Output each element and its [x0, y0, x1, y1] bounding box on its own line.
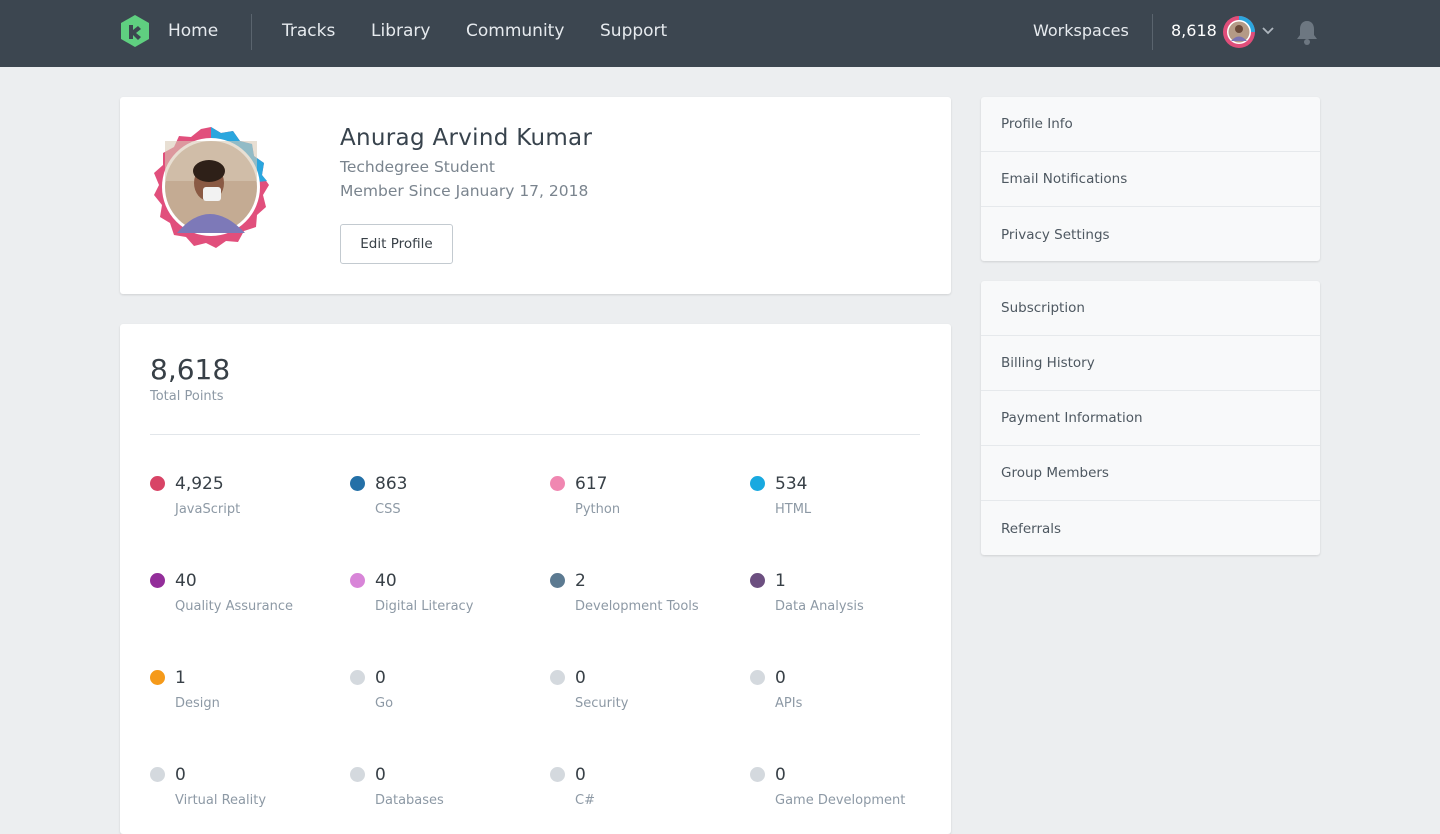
- topic-points-value: 1: [175, 668, 186, 688]
- menu-payment-information[interactable]: Payment Information: [981, 391, 1320, 446]
- topic-label: Python: [575, 502, 621, 517]
- topic-points-item: 0 Security: [550, 668, 730, 728]
- topic-points-value: 0: [375, 668, 386, 688]
- topic-points-item: 1 Data Analysis: [750, 571, 930, 631]
- topic-color-dot: [150, 670, 165, 685]
- topic-color-dot: [550, 670, 565, 685]
- topic-points-item: 1 Design: [150, 668, 330, 728]
- profile-role: Techdegree Student: [340, 158, 495, 176]
- topic-label: Development Tools: [575, 599, 699, 614]
- profile-name: Anurag Arvind Kumar: [340, 125, 593, 151]
- topic-points-item: 863 CSS: [350, 474, 530, 534]
- billing-settings-menu: Subscription Billing History Payment Inf…: [981, 281, 1320, 555]
- topic-points-value: 0: [575, 668, 586, 688]
- user-points-count: 8,618: [1171, 21, 1217, 40]
- topic-points-value: 2: [575, 571, 586, 591]
- edit-profile-button[interactable]: Edit Profile: [340, 224, 453, 264]
- chevron-down-icon[interactable]: [1261, 24, 1275, 38]
- nav-support-link[interactable]: Support: [600, 21, 667, 41]
- topic-points-value: 0: [775, 765, 786, 785]
- topic-label: Quality Assurance: [175, 599, 293, 614]
- nav-divider-right: [1152, 14, 1153, 50]
- topic-color-dot: [350, 573, 365, 588]
- topic-points-value: 617: [575, 474, 608, 494]
- points-card: 8,618 Total Points 4,925 JavaScript 863 CSS…: [120, 324, 951, 834]
- topic-points-value: 0: [775, 668, 786, 688]
- topic-points-item: 0 Go: [350, 668, 530, 728]
- menu-subscription[interactable]: Subscription: [981, 281, 1320, 336]
- workspaces-link[interactable]: Workspaces: [1033, 21, 1129, 40]
- bell-icon[interactable]: [1294, 18, 1320, 46]
- nav-home-link[interactable]: Home: [168, 21, 218, 41]
- topic-points-item: 617 Python: [550, 474, 730, 534]
- nav-library-link[interactable]: Library: [371, 21, 430, 41]
- topic-points-value: 863: [375, 474, 408, 494]
- divider: [150, 434, 920, 435]
- topic-points-value: 0: [575, 765, 586, 785]
- topic-points-value: 0: [175, 765, 186, 785]
- topic-points-value: 0: [375, 765, 386, 785]
- topic-color-dot: [750, 476, 765, 491]
- topic-color-dot: [150, 476, 165, 491]
- topic-label: Databases: [375, 793, 444, 808]
- topic-points-item: 0 APIs: [750, 668, 930, 728]
- menu-profile-info[interactable]: Profile Info: [981, 97, 1320, 152]
- topic-label: Security: [575, 696, 629, 711]
- topic-points-item: 0 Virtual Reality: [150, 765, 330, 825]
- nav-tracks-link[interactable]: Tracks: [282, 21, 335, 41]
- topic-points-value: 1: [775, 571, 786, 591]
- topic-points-item: 0 Game Development: [750, 765, 930, 825]
- topic-color-dot: [750, 670, 765, 685]
- treehouse-logo-icon[interactable]: [118, 14, 152, 48]
- topic-points-item: 40 Digital Literacy: [350, 571, 530, 631]
- nav-community-link[interactable]: Community: [466, 21, 564, 41]
- topic-color-dot: [550, 767, 565, 782]
- avatar-icon[interactable]: [1222, 15, 1256, 49]
- total-points-label: Total Points: [150, 389, 224, 404]
- topic-label: Game Development: [775, 793, 906, 808]
- profile-card: Anurag Arvind Kumar Techdegree Student M…: [120, 97, 951, 294]
- topic-color-dot: [350, 476, 365, 491]
- menu-email-notifications[interactable]: Email Notifications: [981, 152, 1320, 207]
- topic-points-item: 0 C#: [550, 765, 730, 825]
- topic-label: Data Analysis: [775, 599, 864, 614]
- topic-points-item: 2 Development Tools: [550, 571, 730, 631]
- topic-points-item: 40 Quality Assurance: [150, 571, 330, 631]
- topic-color-dot: [750, 573, 765, 588]
- topic-label: C#: [575, 793, 595, 808]
- topic-color-dot: [350, 670, 365, 685]
- topic-points-value: 40: [175, 571, 197, 591]
- topic-color-dot: [350, 767, 365, 782]
- topic-label: Design: [175, 696, 220, 711]
- topic-label: Virtual Reality: [175, 793, 267, 808]
- topic-points-value: 40: [375, 571, 397, 591]
- profile-avatar: [154, 127, 269, 248]
- topic-color-dot: [550, 476, 565, 491]
- menu-referrals[interactable]: Referrals: [981, 501, 1320, 556]
- topic-color-dot: [750, 767, 765, 782]
- topic-points-item: 4,925 JavaScript: [150, 474, 330, 534]
- topic-label: HTML: [775, 502, 812, 517]
- topic-label: CSS: [375, 502, 401, 517]
- topic-label: APIs: [775, 696, 803, 711]
- topic-label: Digital Literacy: [375, 599, 474, 614]
- topic-color-dot: [550, 573, 565, 588]
- topic-points-item: 534 HTML: [750, 474, 930, 534]
- total-points-value: 8,618: [150, 353, 231, 386]
- nav-divider: [251, 14, 252, 50]
- topic-points-value: 534: [775, 474, 808, 494]
- top-navigation-bar: Home Tracks Library Community Support Wo…: [0, 0, 1440, 67]
- menu-billing-history[interactable]: Billing History: [981, 336, 1320, 391]
- topic-label: JavaScript: [175, 502, 241, 517]
- menu-privacy-settings[interactable]: Privacy Settings: [981, 207, 1320, 262]
- account-settings-menu: Profile Info Email Notifications Privacy…: [981, 97, 1320, 261]
- menu-group-members[interactable]: Group Members: [981, 446, 1320, 501]
- topic-points-value: 4,925: [175, 474, 224, 494]
- member-since: Member Since January 17, 2018: [340, 182, 589, 200]
- topic-color-dot: [150, 573, 165, 588]
- topic-points-item: 0 Databases: [350, 765, 530, 825]
- topic-color-dot: [150, 767, 165, 782]
- topic-label: Go: [375, 696, 394, 711]
